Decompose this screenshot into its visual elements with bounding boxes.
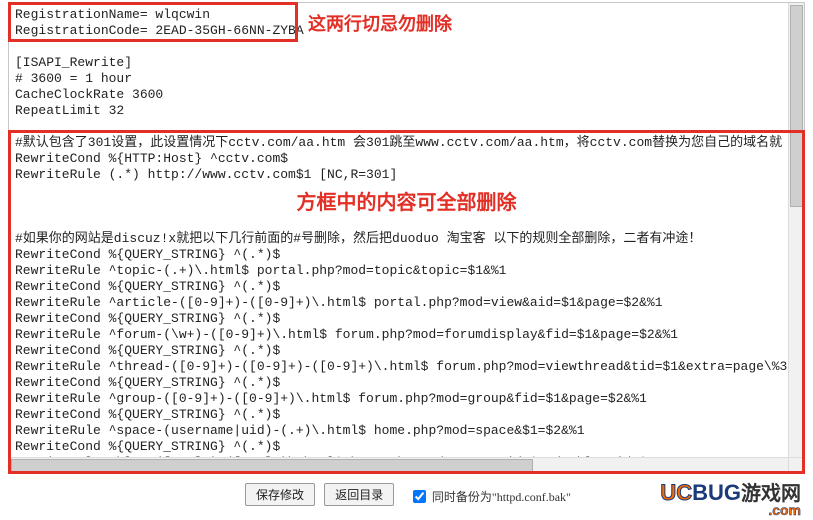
code-line: RewriteCond %{QUERY_STRING} ^(.*)$	[9, 375, 783, 391]
code-line: RewriteCond %{QUERY_STRING} ^(.*)$	[9, 311, 783, 327]
code-line: RewriteCond %{QUERY_STRING} ^(.*)$	[9, 343, 783, 359]
code-line: RewriteRule ^topic-(.+)\.html$ portal.ph…	[9, 263, 783, 279]
vertical-scrollbar-thumb[interactable]	[790, 5, 803, 207]
horizontal-scrollbar[interactable]	[9, 457, 789, 473]
code-line: #默认包含了301设置，此设置情况下cctv.com/aa.htm 会301跳至…	[9, 135, 783, 151]
code-line	[9, 39, 783, 55]
code-line: #如果你的网站是discuz!x就把以下几行前面的#号删除，然后把duoduo …	[9, 231, 783, 247]
backup-checkbox[interactable]	[413, 490, 426, 503]
watermark-logo: UCBUG游戏网 .com	[660, 477, 801, 518]
code-line: RewriteRule (.*) http://www.cctv.com$1 […	[9, 167, 783, 183]
scrollbar-corner	[788, 457, 804, 473]
save-button[interactable]: 保存修改	[245, 483, 315, 506]
code-line: RewriteRule ^forum-(\w+)-([0-9]+)\.html$…	[9, 327, 783, 343]
backup-label: 同时备份为"httpd.conf.bak"	[432, 490, 571, 504]
code-line: RewriteCond %{QUERY_STRING} ^(.*)$	[9, 439, 783, 455]
code-line	[9, 215, 783, 231]
code-line: # 3600 = 1 hour	[9, 71, 783, 87]
annotation-label-middle: 方框中的内容可全部删除	[0, 186, 813, 215]
code-line: RewriteCond %{QUERY_STRING} ^(.*)$	[9, 247, 783, 263]
code-line	[9, 119, 783, 135]
code-line: RewriteRule ^space-(username|uid)-(.+)\.…	[9, 423, 783, 439]
code-line: RewriteCond %{QUERY_STRING} ^(.*)$	[9, 407, 783, 423]
code-line: RewriteRule ^group-([0-9]+)-([0-9]+)\.ht…	[9, 391, 783, 407]
config-editor[interactable]: RegistrationName= wlqcwinRegistrationCod…	[8, 2, 805, 474]
code-line: RewriteCond %{HTTP:Host} ^cctv.com$	[9, 151, 783, 167]
code-line: RewriteRule ^thread-([0-9]+)-([0-9]+)-([…	[9, 359, 783, 375]
code-line: RepeatLimit 32	[9, 103, 783, 119]
horizontal-scrollbar-thumb[interactable]	[11, 459, 533, 472]
back-button[interactable]: 返回目录	[324, 483, 394, 506]
annotation-label-top: 这两行切忌勿删除	[308, 10, 452, 36]
code-line: RewriteCond %{QUERY_STRING} ^(.*)$	[9, 279, 783, 295]
code-line: RewriteRule ^article-([0-9]+)-([0-9]+)\.…	[9, 295, 783, 311]
vertical-scrollbar[interactable]	[788, 3, 804, 458]
code-line: [ISAPI_Rewrite]	[9, 55, 783, 71]
code-line: CacheClockRate 3600	[9, 87, 783, 103]
